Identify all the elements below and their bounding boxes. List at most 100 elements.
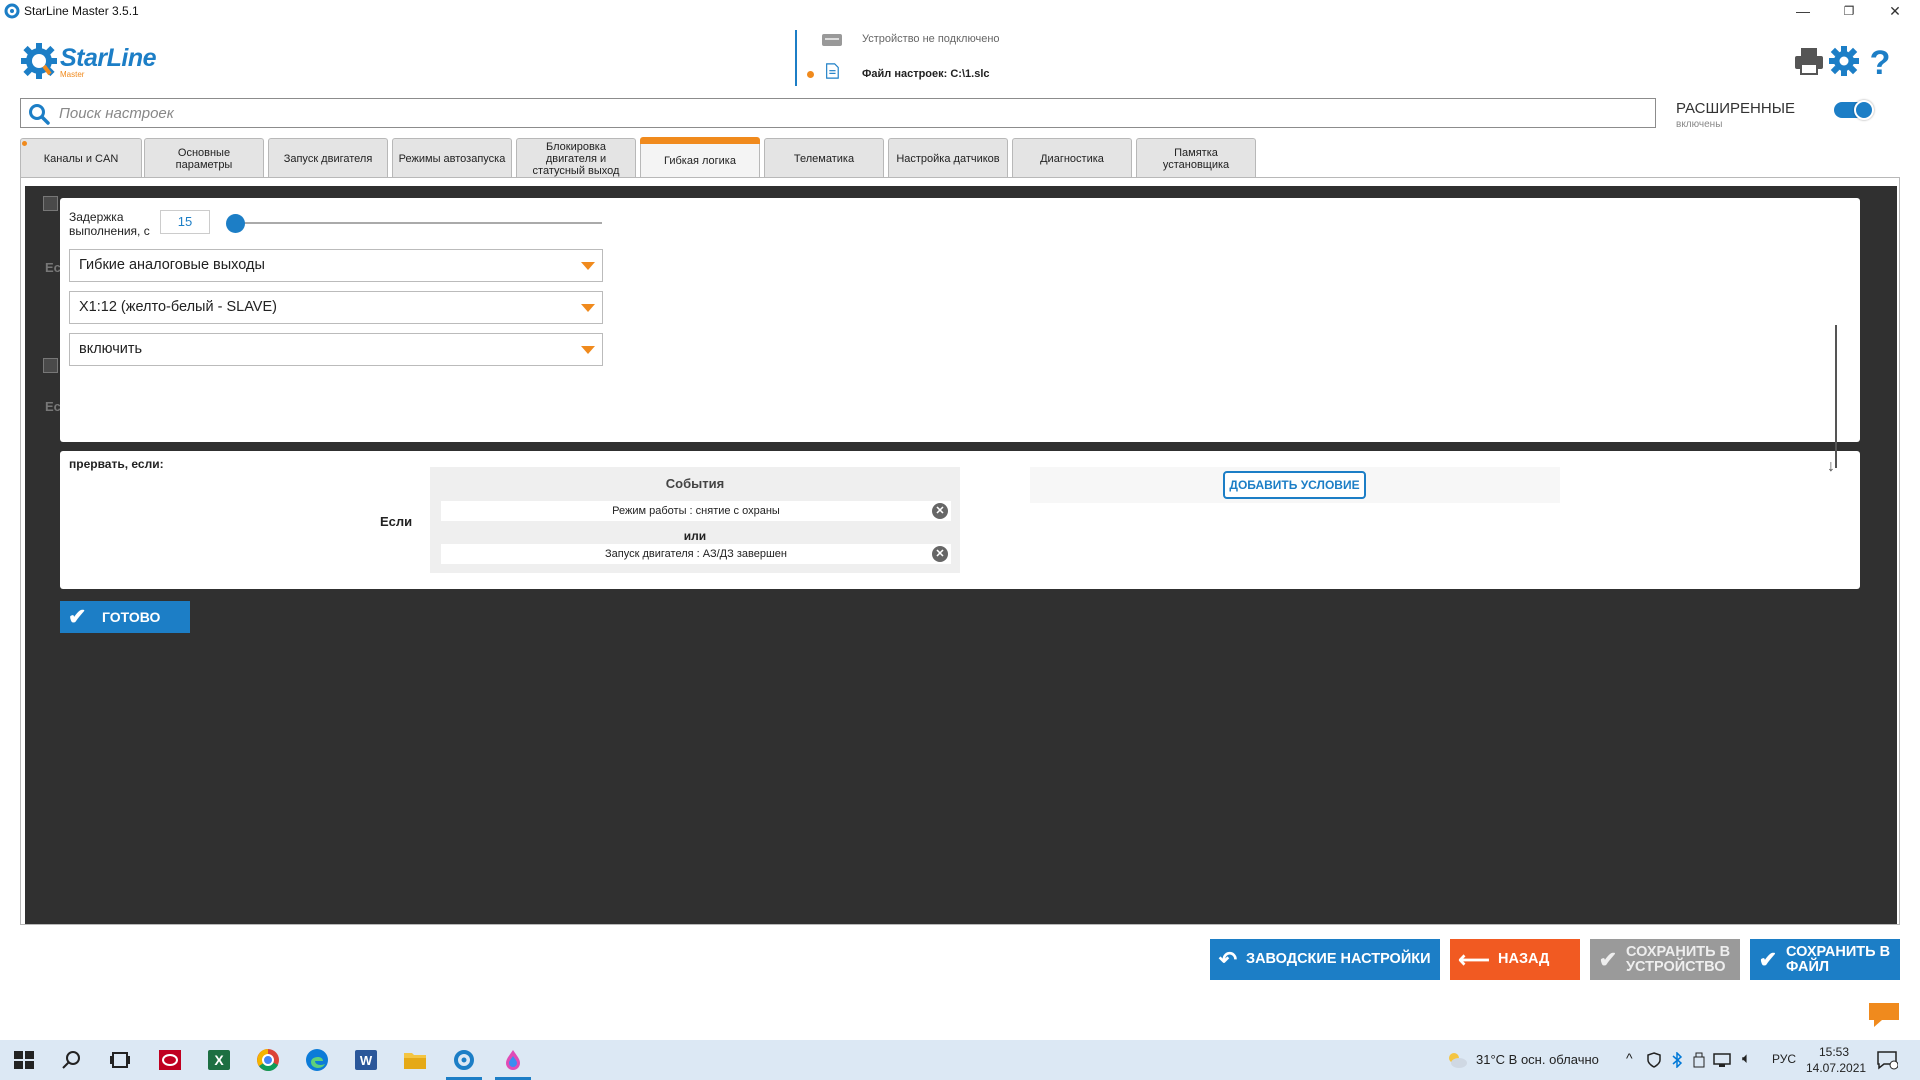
logo-gear-icon: [21, 43, 57, 79]
tab-channels-can[interactable]: Каналы и CAN: [20, 138, 142, 178]
logo-brand: StarLine: [60, 44, 157, 72]
tab-engine-lock[interactable]: Блокировка двигателя и статусный выход: [516, 138, 636, 178]
delay-slider-handle[interactable]: [226, 214, 245, 233]
edge-icon[interactable]: [305, 1048, 329, 1072]
tab-label: Запуск двигателя: [283, 152, 373, 165]
tab-label: Блокировка двигателя и статусный выход: [532, 140, 620, 177]
interrupt-label: прервать, если:: [69, 457, 164, 471]
tab-engine-start[interactable]: Запуск двигателя: [268, 138, 388, 178]
chat-icon[interactable]: [1868, 1002, 1900, 1028]
taskbar: X W 31°C В осн. облачно ^ 🔈︎ РУС 15:53 1…: [0, 1040, 1920, 1080]
clock[interactable]: 15:53 14.07.2021: [1806, 1044, 1867, 1076]
minimize-button[interactable]: —: [1780, 0, 1826, 22]
undo-icon: ↶: [1218, 946, 1238, 972]
output-channel-select[interactable]: X1:12 (желто-белый - SLAVE): [69, 291, 603, 324]
word-icon[interactable]: W: [354, 1048, 378, 1072]
tab-label: Каналы и CAN: [43, 152, 119, 165]
tab-flex-logic[interactable]: Гибкая логика: [640, 137, 760, 180]
tab-diagnostics[interactable]: Диагностика: [1012, 138, 1132, 178]
title-bar: StarLine Master 3.5.1 — ❐ ✕: [0, 0, 1920, 22]
windows-start-icon[interactable]: [12, 1048, 36, 1072]
notifications-icon[interactable]: [1876, 1050, 1898, 1070]
tab-autostart-modes[interactable]: Режимы автозапуска: [392, 138, 512, 178]
save-to-file-button[interactable]: ✔ СОХРАНИТЬ В ФАЙЛ: [1750, 939, 1900, 980]
tab-label: Гибкая логика: [664, 154, 736, 167]
file-explorer-icon[interactable]: [403, 1048, 427, 1072]
if-label: Если: [380, 514, 413, 529]
tab-installer-notes[interactable]: Памятка установщика: [1136, 138, 1256, 178]
clock-time: 15:53: [1818, 1045, 1850, 1059]
done-button[interactable]: ✔ ГОТОВО: [60, 601, 190, 633]
weather-text[interactable]: 31°C В осн. облачно: [1476, 1052, 1599, 1067]
factory-settings-button[interactable]: ↶ ЗАВОДСКИЕ НАСТРОЙКИ: [1210, 939, 1440, 980]
tab-label: Режимы автозапуска: [398, 152, 506, 165]
weather-cloud-icon: [1449, 1053, 1467, 1068]
security-shield-icon[interactable]: [1646, 1052, 1662, 1068]
task-view-icon[interactable]: [108, 1048, 132, 1072]
output-action-select[interactable]: включить: [69, 333, 603, 366]
back-label: НАЗАД: [1498, 951, 1550, 967]
chrome-icon[interactable]: [256, 1048, 280, 1072]
remove-event-icon[interactable]: ✕: [932, 546, 948, 562]
scrollbar[interactable]: [1835, 325, 1837, 468]
done-label: ГОТОВО: [102, 609, 161, 625]
advanced-sub: включены: [1676, 119, 1723, 130]
bluetooth-icon[interactable]: [1670, 1052, 1684, 1068]
settings-gear-icon[interactable]: [1828, 44, 1860, 78]
help-icon[interactable]: ?: [1864, 44, 1896, 78]
file-modified-dot: [807, 71, 814, 78]
logo-sub: Master: [60, 70, 85, 79]
language-indicator[interactable]: РУС: [1772, 1052, 1796, 1066]
output-type-value: Гибкие аналоговые выходы: [79, 257, 265, 273]
toggle-knob: [1854, 100, 1874, 120]
events-title: События: [665, 476, 725, 491]
save-to-device-button[interactable]: ✔ СОХРАНИТЬ В УСТРОЙСТВО: [1590, 939, 1740, 980]
advanced-label: РАСШИРЕННЫЕ: [1676, 100, 1795, 117]
tab-label: Основные параметры: [175, 146, 233, 171]
tab-label: Диагностика: [1040, 152, 1104, 165]
tab-main-params[interactable]: Основные параметры: [144, 138, 264, 178]
starline-taskbar-icon[interactable]: [452, 1048, 476, 1072]
background-text: Ес: [45, 399, 61, 414]
save-device-label: СОХРАНИТЬ В УСТРОЙСТВО: [1626, 943, 1731, 975]
paint-drop-icon[interactable]: [501, 1048, 525, 1072]
tab-label: Настройка датчиков: [896, 152, 1000, 165]
remove-event-icon[interactable]: ✕: [932, 503, 948, 519]
print-icon[interactable]: [1793, 44, 1825, 78]
search-input[interactable]: [59, 102, 1639, 124]
output-channel-value: X1:12 (желто-белый - SLAVE): [79, 299, 277, 315]
event-text: Режим работы : снятие с охраны: [612, 505, 780, 517]
checkmark-icon: ✔: [68, 604, 87, 629]
action-settings-panel: Задержка выполнения, с 15 Гибкие аналого…: [60, 198, 1860, 442]
maximize-button[interactable]: ❐: [1826, 0, 1872, 22]
starline-gear-icon: [4, 3, 20, 19]
svg-text:?: ?: [1870, 44, 1891, 78]
or-label: или: [683, 529, 707, 543]
search-bar: [20, 98, 1656, 128]
add-condition-button[interactable]: ДОБАВИТЬ УСЛОВИЕ: [1223, 471, 1366, 499]
search-icon: [29, 104, 50, 125]
app-red-icon[interactable]: [158, 1048, 182, 1072]
output-type-select[interactable]: Гибкие аналоговые выходы: [69, 249, 603, 282]
delay-slider-track[interactable]: [230, 222, 602, 224]
delay-input[interactable]: 15: [160, 210, 210, 234]
factory-label: ЗАВОДСКИЕ НАСТРОЙКИ: [1246, 951, 1431, 967]
excel-icon[interactable]: X: [207, 1048, 231, 1072]
network-icon[interactable]: [1712, 1052, 1732, 1068]
search-icon[interactable]: [60, 1048, 84, 1072]
volume-icon[interactable]: 🔈︎: [1742, 1050, 1751, 1067]
delay-label: Задержка выполнения, с: [69, 210, 150, 238]
usb-drive-icon[interactable]: [1692, 1052, 1706, 1068]
events-box: События Режим работы : снятие с охраны ✕…: [430, 467, 960, 573]
advanced-toggle[interactable]: [1834, 100, 1874, 120]
chevron-up-icon[interactable]: ^: [1626, 1050, 1633, 1066]
tab-sensors[interactable]: Настройка датчиков: [888, 138, 1008, 178]
clock-date: 14.07.2021: [1806, 1061, 1867, 1075]
close-button[interactable]: ✕: [1872, 0, 1918, 22]
event-item: Запуск двигателя : АЗ/ДЗ завершен ✕: [441, 544, 951, 564]
advanced-mode: РАСШИРЕННЫЕ включены: [1676, 100, 1795, 130]
scroll-down-arrow-icon[interactable]: ↓: [1827, 458, 1835, 476]
back-button[interactable]: ⟵ НАЗАД: [1450, 939, 1580, 980]
interrupt-conditions-panel: прервать, если: Если События Режим работ…: [60, 451, 1860, 589]
tab-telematics[interactable]: Телематика: [764, 138, 884, 178]
